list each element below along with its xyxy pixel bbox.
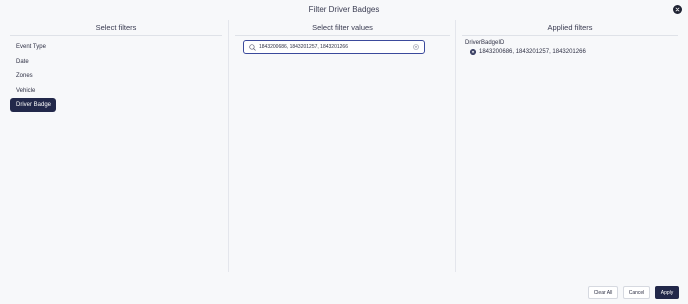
column-divider [228, 20, 229, 272]
divider [235, 35, 450, 36]
column-divider [455, 20, 456, 272]
filter-item-event-type[interactable]: Event Type [10, 40, 56, 54]
applied-group-label: DriverBadgeID [465, 40, 505, 46]
select-values-header: Select filter values [312, 23, 373, 32]
remove-chip-icon[interactable] [470, 49, 476, 55]
modal-footer: Clear All Cancel Apply [588, 286, 679, 299]
cancel-button[interactable]: Cancel [623, 286, 650, 299]
search-box [243, 40, 425, 54]
close-icon[interactable] [673, 5, 682, 14]
filter-item-driver-badge[interactable]: Driver Badge [10, 98, 56, 112]
filter-list: Event Type Date Zones Vehicle Driver Bad… [6, 36, 226, 112]
filter-columns: Select filters Event Type Date Zones Veh… [6, 20, 682, 272]
filter-item-date[interactable]: Date [10, 55, 56, 69]
clear-input-icon[interactable] [413, 44, 419, 50]
search-icon [249, 43, 256, 51]
applied-filters-column: Applied filters DriverBadgeID 1843200686… [458, 20, 682, 272]
applied-filter-chip: 1843200686, 1843201257, 1843201266 [465, 49, 682, 55]
applied-filters-list: DriverBadgeID 1843200686, 1843201257, 18… [458, 36, 682, 55]
filter-item-vehicle[interactable]: Vehicle [10, 84, 56, 98]
select-values-column: Select filter values [231, 20, 454, 272]
applied-filters-header: Applied filters [547, 23, 593, 32]
search-input[interactable] [259, 44, 409, 50]
select-filters-column: Select filters Event Type Date Zones Veh… [6, 20, 226, 272]
modal-title: Filter Driver Badges [308, 5, 380, 14]
filter-item-zones[interactable]: Zones [10, 69, 56, 83]
select-filters-header: Select filters [95, 23, 137, 32]
apply-button[interactable]: Apply [655, 286, 679, 299]
applied-filter-value: 1843200686, 1843201257, 1843201266 [479, 49, 586, 55]
clear-all-button[interactable]: Clear All [588, 286, 618, 299]
